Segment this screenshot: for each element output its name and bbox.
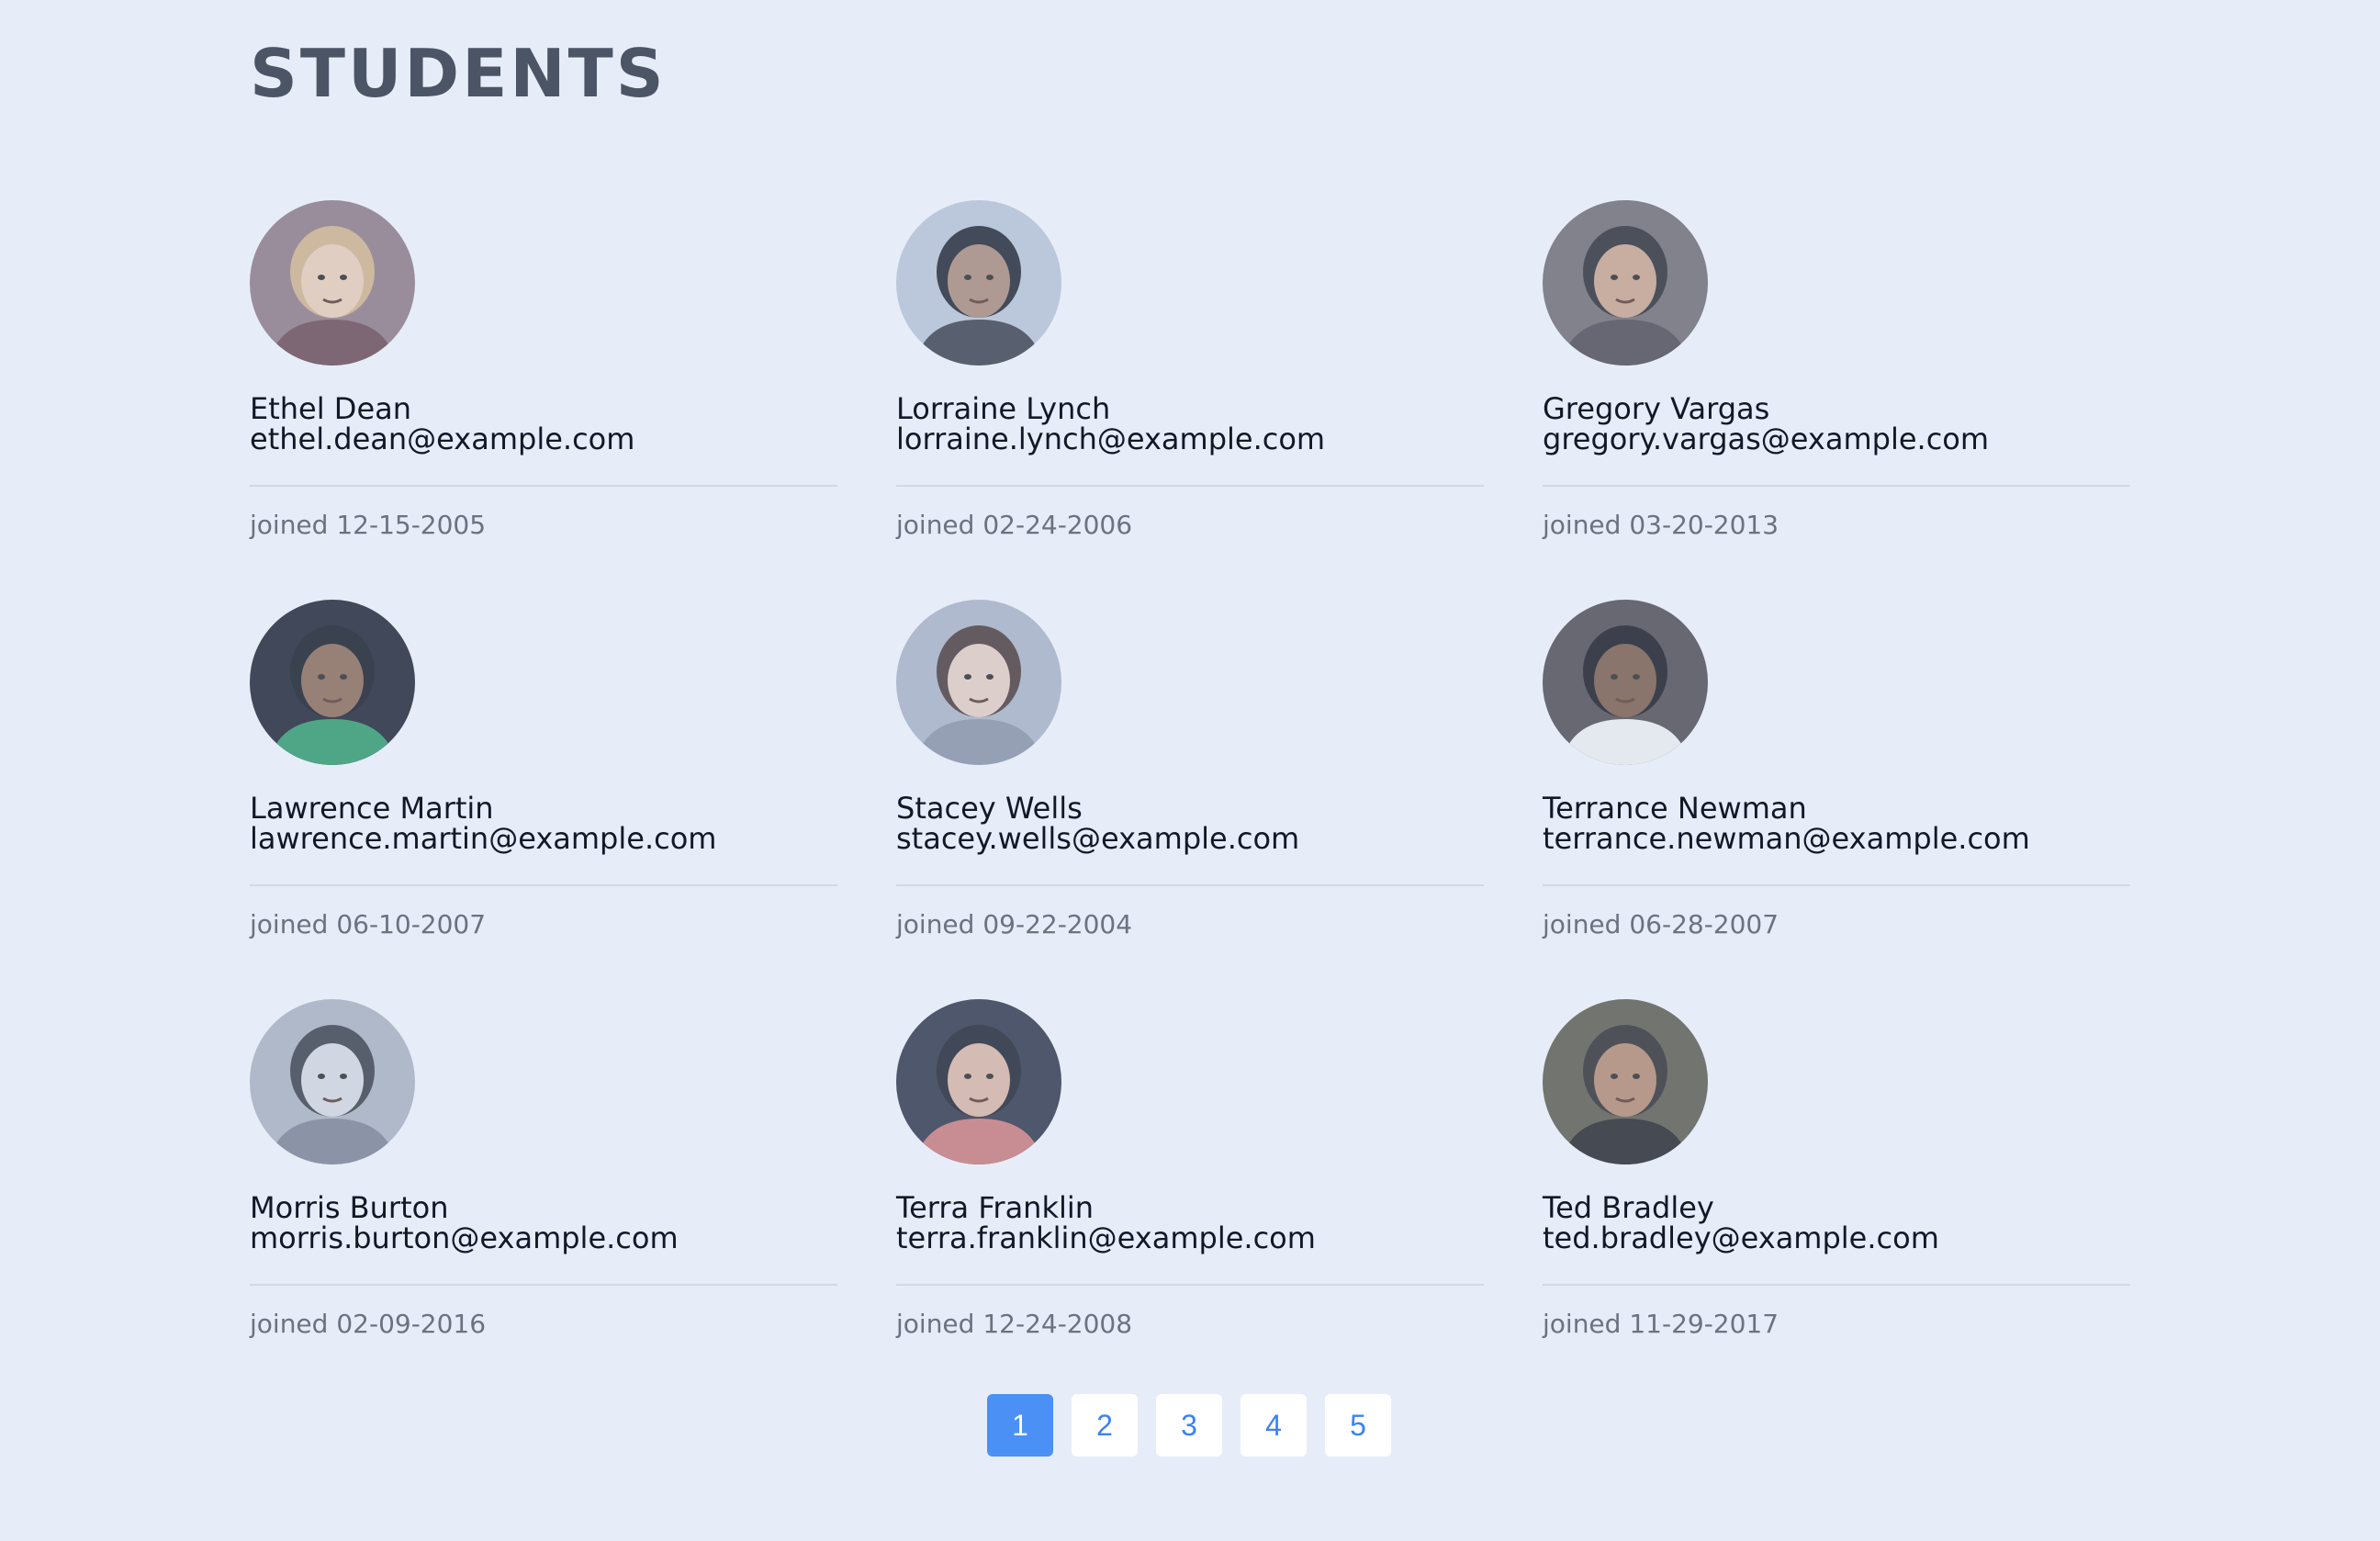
student-email: terrance.newman@example.com [1543, 821, 2030, 856]
card-divider [1543, 884, 2130, 886]
card-divider [250, 485, 837, 487]
student-joined-date: joined 06-10-2007 [250, 909, 487, 939]
card-divider [896, 1284, 1484, 1286]
student-name: Terrance Newman [1543, 791, 1807, 826]
card-divider [250, 884, 837, 886]
student-avatar [250, 200, 415, 366]
card-divider [1543, 1284, 2130, 1286]
student-email: lawrence.martin@example.com [250, 821, 717, 856]
student-name: Terra Franklin [896, 1190, 1095, 1225]
student-email: ethel.dean@example.com [250, 422, 635, 456]
student-card: Lorraine Lynch lorraine.lynch@example.com… [896, 200, 1484, 600]
student-email: terra.franklin@example.com [896, 1220, 1316, 1255]
student-joined-date: joined 11-29-2017 [1543, 1309, 1779, 1339]
student-avatar [896, 600, 1061, 765]
page-button-4[interactable]: 4 [1241, 1394, 1307, 1457]
card-divider [896, 485, 1484, 487]
student-email: stacey.wells@example.com [896, 821, 1300, 856]
page-button-5[interactable]: 5 [1325, 1394, 1391, 1457]
page-button-2[interactable]: 2 [1072, 1394, 1138, 1457]
student-avatar [896, 999, 1061, 1164]
student-name: Lawrence Martin [250, 791, 494, 826]
student-email: gregory.vargas@example.com [1543, 422, 1990, 456]
student-card: Terra Franklin terra.franklin@example.com… [896, 999, 1484, 1399]
student-name: Ted Bradley [1543, 1190, 1714, 1225]
student-avatar [896, 200, 1061, 366]
student-joined-date: joined 12-24-2008 [896, 1309, 1133, 1339]
page-title: STUDENTS [250, 35, 667, 112]
page-button-1[interactable]: 1 [987, 1394, 1053, 1457]
student-email: lorraine.lynch@example.com [896, 422, 1326, 456]
student-name: Stacey Wells [896, 791, 1083, 826]
student-avatar [1543, 600, 1708, 765]
student-name: Ethel Dean [250, 391, 412, 426]
student-joined-date: joined 12-15-2005 [250, 510, 487, 540]
student-joined-date: joined 02-24-2006 [896, 510, 1133, 540]
student-joined-date: joined 02-09-2016 [250, 1309, 487, 1339]
student-avatar [1543, 200, 1708, 366]
student-email: morris.burton@example.com [250, 1220, 679, 1255]
student-name: Lorraine Lynch [896, 391, 1111, 426]
student-card: Terrance Newman terrance.newman@example.c… [1543, 600, 2130, 999]
students-page: STUDENTS Ethel Dean ethel.dean@example.co… [0, 0, 2380, 1541]
pagination: 12345 [987, 1394, 1391, 1457]
student-avatar [1543, 999, 1708, 1164]
students-grid: Ethel Dean ethel.dean@example.com joined 1… [250, 200, 2130, 1399]
student-joined-date: joined 09-22-2004 [896, 909, 1133, 939]
student-card: Morris Burton morris.burton@example.com jo… [250, 999, 837, 1399]
page-button-3[interactable]: 3 [1156, 1394, 1222, 1457]
student-card: Ted Bradley ted.bradley@example.com joined… [1543, 999, 2130, 1399]
student-avatar [250, 999, 415, 1164]
student-card: Lawrence Martin lawrence.martin@example.c… [250, 600, 837, 999]
student-name: Gregory Vargas [1543, 391, 1770, 426]
student-avatar [250, 600, 415, 765]
card-divider [896, 884, 1484, 886]
student-name: Morris Burton [250, 1190, 449, 1225]
student-joined-date: joined 06-28-2007 [1543, 909, 1779, 939]
card-divider [1543, 485, 2130, 487]
student-card: Stacey Wells stacey.wells@example.com join… [896, 600, 1484, 999]
card-divider [250, 1284, 837, 1286]
student-card: Gregory Vargas gregory.vargas@example.com… [1543, 200, 2130, 600]
student-card: Ethel Dean ethel.dean@example.com joined 1… [250, 200, 837, 600]
student-email: ted.bradley@example.com [1543, 1220, 1939, 1255]
student-joined-date: joined 03-20-2013 [1543, 510, 1779, 540]
